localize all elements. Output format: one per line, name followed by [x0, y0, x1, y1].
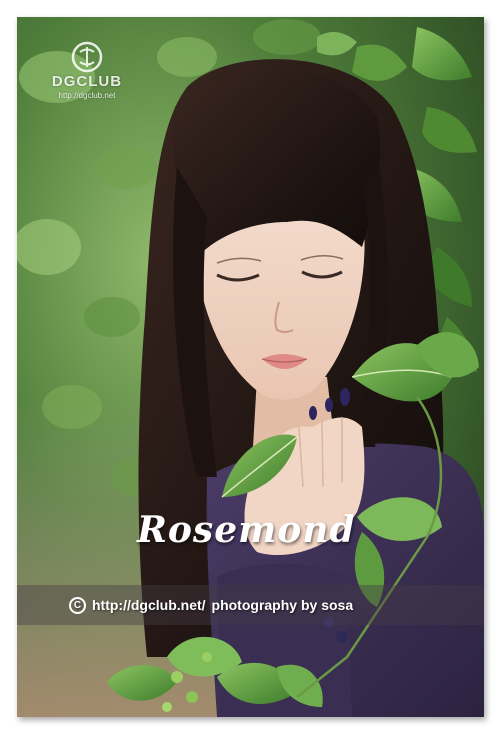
credit-url: http://dgclub.net/ [92, 597, 206, 613]
photo-title: Rosemond [137, 509, 356, 551]
dgclub-logo-icon [71, 41, 103, 73]
watermark-url: http://dgclub.net [58, 91, 116, 100]
photo-credit: C http://dgclub.net/ photography by sosa [69, 594, 353, 616]
watermark-name: DGCLUB [51, 73, 123, 90]
dgclub-watermark: DGCLUB http://dgclub.net [37, 41, 137, 113]
copyright-icon: C [69, 596, 86, 614]
photo-frame: DGCLUB http://dgclub.net Rosemond C http… [17, 17, 484, 717]
credit-text: photography by sosa [211, 597, 354, 613]
